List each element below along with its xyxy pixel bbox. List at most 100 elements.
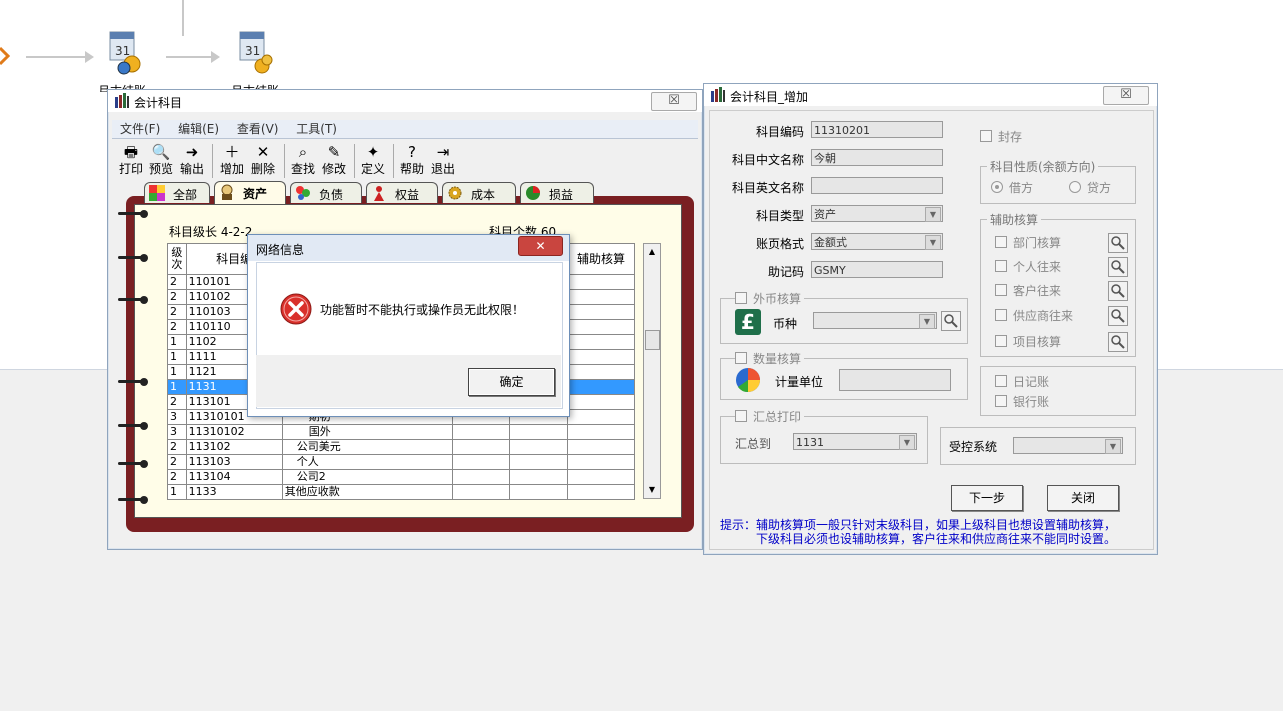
cn-name-field[interactable]: 今朝 — [811, 149, 943, 166]
table-row[interactable]: 1 1133 其他应收款 — [167, 484, 636, 500]
dept-search-icon[interactable] — [1108, 233, 1128, 253]
summary-print-checkbox[interactable]: 汇总打印 — [735, 408, 805, 425]
svg-text:31: 31 — [245, 44, 260, 58]
table-row[interactable]: 2 113103 个人 — [167, 454, 636, 470]
menu-view[interactable]: 查看(V) — [237, 120, 279, 138]
tab-assets[interactable]: 资产 — [214, 181, 286, 204]
col-level-header[interactable]: 级次 — [167, 243, 187, 275]
flow-connector — [182, 0, 184, 36]
table-row[interactable]: 2 113102 公司美元 — [167, 439, 636, 455]
scroll-up-arrow-icon[interactable]: ▲ — [644, 244, 660, 260]
format-select[interactable]: 金额式 — [811, 233, 943, 250]
preview-button[interactable]: 🔍 预览 — [147, 142, 175, 180]
controlled-system-group: 受控系统 — [940, 427, 1136, 465]
edit-button[interactable]: ✎ 修改 — [320, 142, 348, 180]
currency-select[interactable] — [813, 312, 937, 329]
add-account-window-titlebar[interactable]: 会计科目_增加 ☒ — [704, 84, 1157, 106]
controlled-system-select[interactable] — [1013, 437, 1123, 454]
supplier-checkbox[interactable]: 供应商往来 — [995, 307, 1073, 324]
type-select[interactable]: 资产 — [811, 205, 943, 222]
calendar-icon[interactable]: 31 — [234, 28, 274, 74]
pound-currency-icon: £ — [735, 309, 761, 335]
menu-file[interactable]: 文件(F) — [120, 120, 160, 138]
delete-button[interactable]: ✕ 删除 — [249, 142, 277, 180]
seal-checkbox[interactable]: 封存 — [980, 128, 1022, 145]
tab-cost[interactable]: 成本 — [442, 182, 516, 203]
assets-icon — [221, 184, 233, 200]
customer-search-icon[interactable] — [1108, 281, 1128, 301]
aux-cell — [566, 469, 636, 485]
menu-tools[interactable]: 工具(T) — [296, 120, 337, 138]
workflow-area: 31 月末结账 31 月末结账 — [0, 0, 320, 92]
bank-ledger-checkbox[interactable]: 银行账 — [995, 393, 1049, 410]
unit-field[interactable] — [839, 369, 951, 391]
menu-edit[interactable]: 编辑(E) — [178, 120, 219, 138]
aux-cell — [566, 379, 636, 395]
dept-checkbox[interactable]: 部门核算 — [995, 234, 1061, 251]
close-button[interactable]: 关闭 — [1047, 485, 1119, 511]
tab-all[interactable]: 全部 — [144, 182, 210, 203]
scroll-down-arrow-icon[interactable]: ▼ — [644, 482, 660, 498]
printer-icon: 🖶 — [123, 143, 139, 161]
customer-checkbox[interactable]: 客户往来 — [995, 282, 1061, 299]
project-search-icon[interactable] — [1108, 332, 1128, 352]
export-button[interactable]: ➜ 输出 — [178, 142, 206, 180]
en-name-field[interactable] — [811, 177, 943, 194]
level-cell: 2 — [167, 394, 187, 410]
dialog-message: 功能暂时不能执行或操作员无此权限！ — [320, 303, 525, 317]
add-account-window-close-button[interactable]: ☒ — [1103, 86, 1149, 105]
level-cell: 3 — [167, 424, 187, 440]
dialog-close-button[interactable]: ✕ — [518, 236, 563, 256]
ok-button[interactable]: 确定 — [468, 368, 555, 396]
scroll-thumb[interactable] — [645, 330, 660, 350]
find-button[interactable]: ⌕ 查找 — [289, 142, 317, 180]
dialog-titlebar[interactable]: 网络信息 ✕ — [248, 235, 569, 261]
unit-label: 计量单位 — [775, 375, 824, 389]
col-aux-header[interactable]: 辅助核算 — [566, 243, 636, 275]
quantity-checkbox[interactable]: 数量核算 — [735, 350, 805, 367]
dialog-title: 网络信息 — [256, 243, 305, 257]
daily-ledger-checkbox[interactable]: 日记账 — [995, 373, 1049, 390]
tab-profit-loss[interactable]: 损益 — [520, 182, 594, 203]
mnemonic-field[interactable]: GSMY — [811, 261, 943, 278]
code-cell: 113104 — [185, 469, 283, 485]
table-row[interactable]: 2 113104 公司2 — [167, 469, 636, 485]
add-button[interactable]: ＋增加 — [218, 142, 246, 180]
exit-icon: ⇥ — [436, 143, 450, 161]
calendar-icon[interactable]: 31 — [104, 28, 144, 75]
aux-cell — [566, 454, 636, 470]
level-cell: 3 — [167, 409, 187, 425]
currency-search-icon[interactable] — [941, 311, 961, 331]
credit-radio[interactable]: 贷方 — [1069, 179, 1111, 196]
table-vertical-scrollbar[interactable]: ▲ ▼ — [643, 243, 661, 499]
binder-ring — [118, 296, 148, 304]
code-field[interactable]: 11310201 — [811, 121, 943, 138]
print-button[interactable]: 🖶 打印 — [118, 142, 144, 180]
foreign-currency-checkbox[interactable]: 外币核算 — [735, 290, 805, 307]
summary-to-select[interactable]: 1131 — [793, 433, 917, 450]
menu-bar: 文件(F) 编辑(E) 查看(V) 工具(T) — [112, 120, 698, 139]
tab-liabilities[interactable]: 负债 — [290, 182, 362, 203]
level-cell: 2 — [167, 439, 187, 455]
debit-radio[interactable]: 借方 — [991, 179, 1033, 196]
unit-cell — [509, 454, 568, 470]
en-name-label: 科目英文名称 — [731, 181, 804, 195]
supplier-search-icon[interactable] — [1108, 306, 1128, 326]
pie-chart-icon — [526, 186, 540, 200]
personal-search-icon[interactable] — [1108, 257, 1128, 277]
personal-checkbox[interactable]: 个人往来 — [995, 258, 1061, 275]
unit-cell — [509, 439, 568, 455]
exit-button[interactable]: ⇥ 退出 — [429, 142, 457, 180]
define-button[interactable]: ✦ 定义 — [359, 142, 387, 180]
quantity-group: 数量核算 计量单位 — [720, 350, 968, 400]
tab-equity[interactable]: 权益 — [366, 182, 438, 203]
help-button[interactable]: ? 帮助 — [398, 142, 426, 180]
equity-icon — [374, 186, 384, 201]
account-nature-group: 科目性质(余额方向) 借方 贷方 — [980, 158, 1136, 204]
accounts-window-close-button[interactable]: ☒ — [651, 92, 697, 111]
project-checkbox[interactable]: 项目核算 — [995, 333, 1061, 350]
table-row[interactable]: 3 11310102 国外 — [167, 424, 636, 440]
accounts-window-titlebar[interactable]: 会计科目 ☒ — [108, 90, 702, 112]
next-button[interactable]: 下一步 — [951, 485, 1023, 511]
level-label: 科目级长 4-2-2 — [169, 225, 253, 239]
